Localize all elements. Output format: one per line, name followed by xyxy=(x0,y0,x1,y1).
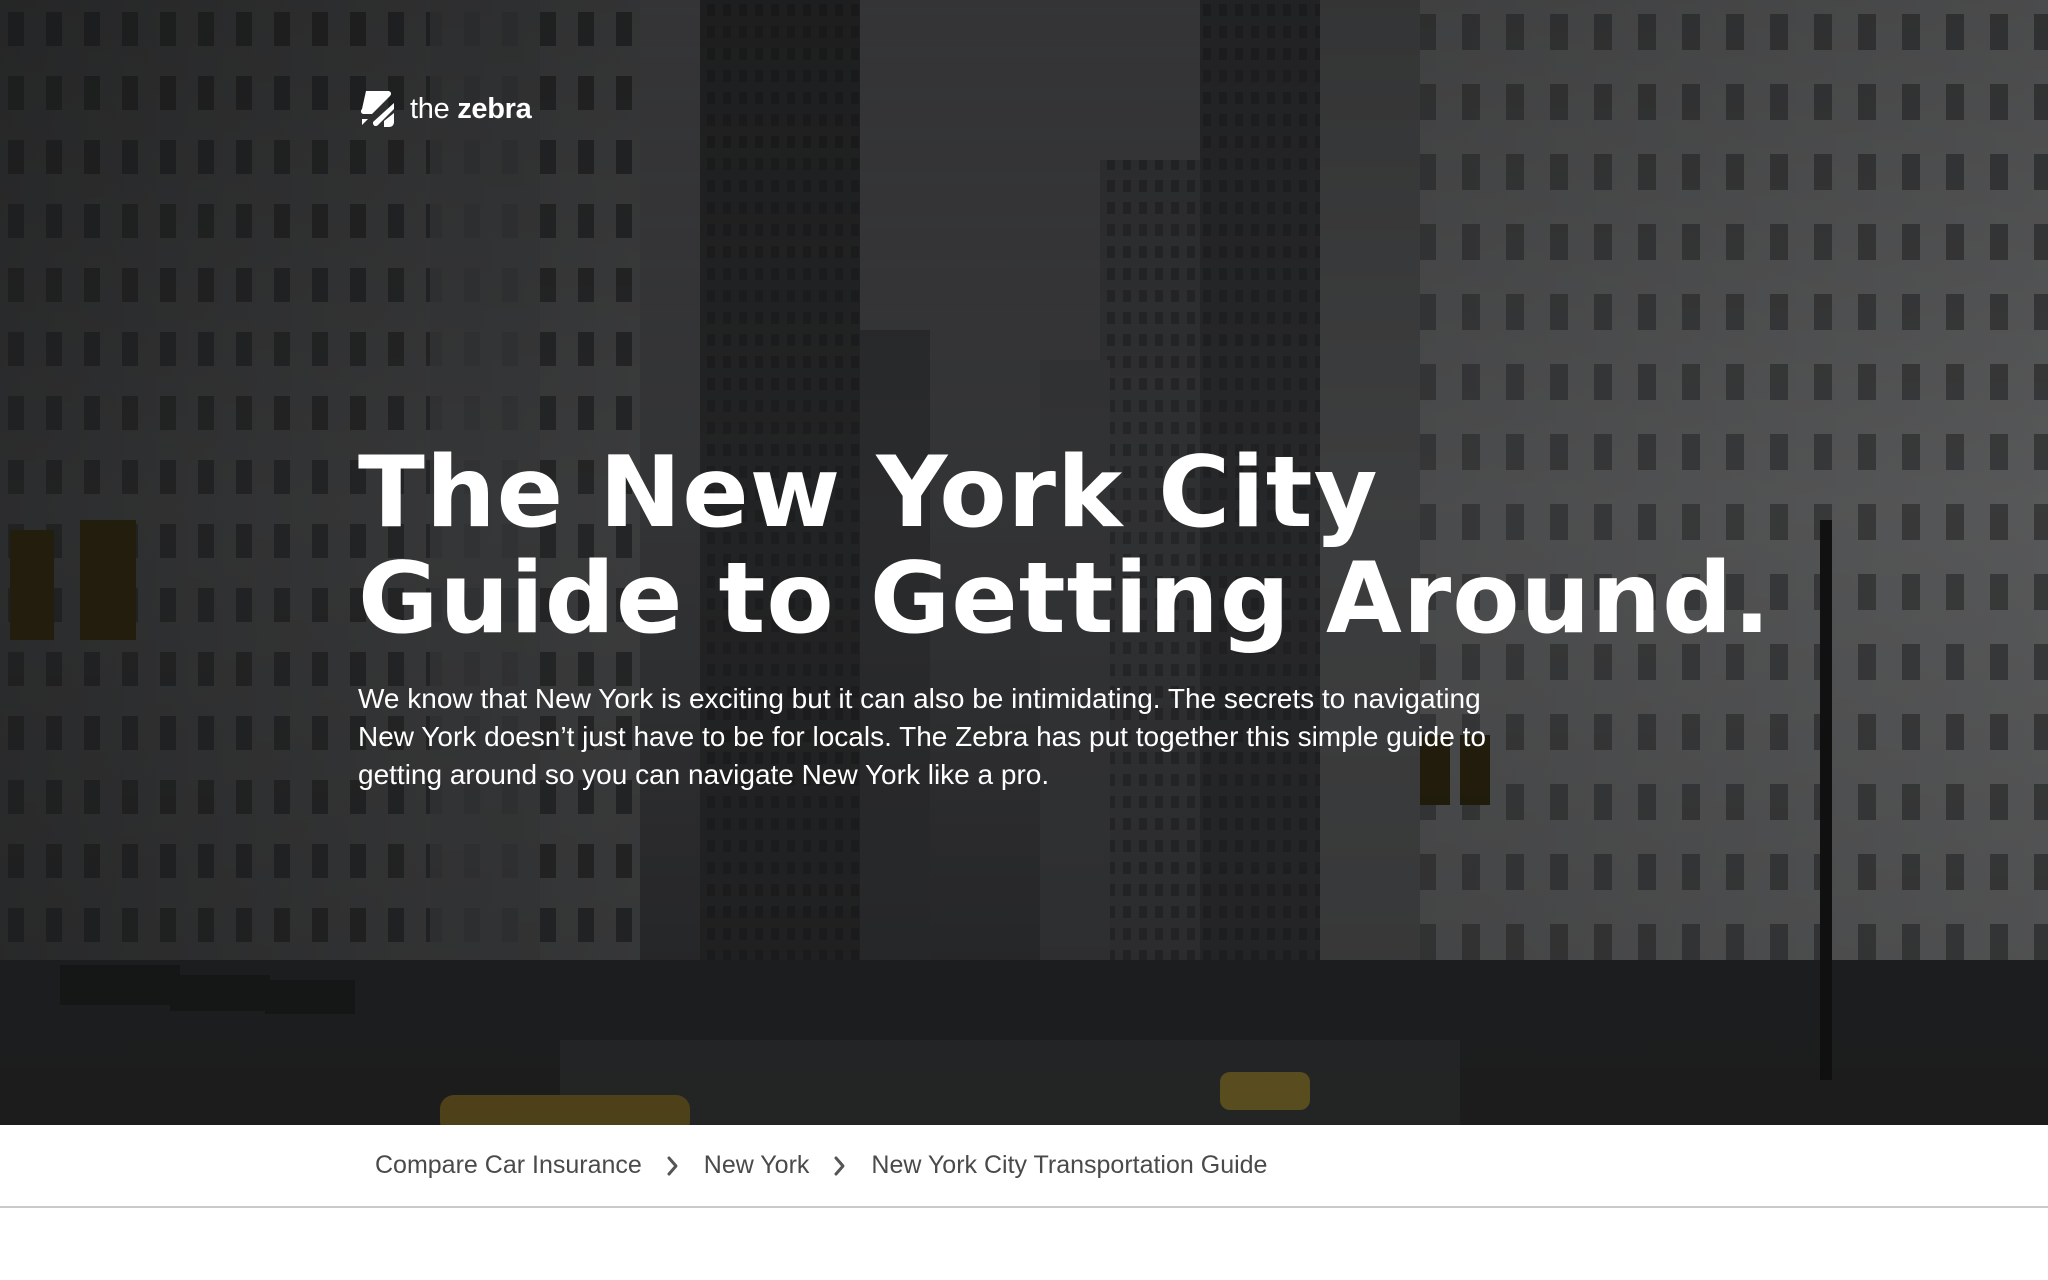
breadcrumb-item-compare-car-insurance[interactable]: Compare Car Insurance xyxy=(375,1151,642,1180)
zebra-logo-text: the zebra xyxy=(410,92,532,126)
chevron-right-icon xyxy=(809,1155,871,1177)
chevron-right-icon xyxy=(642,1155,704,1177)
logo-text-zebra: zebra xyxy=(457,92,532,125)
logo-text-the: the xyxy=(410,92,450,125)
breadcrumb-item-new-york[interactable]: New York xyxy=(704,1151,810,1180)
page-title-line-1: The New York City xyxy=(358,436,1379,550)
page-title: The New York City Guide to Getting Aroun… xyxy=(358,440,1858,652)
hero-intro-paragraph: We know that New York is exciting but it… xyxy=(358,683,1486,790)
page-title-line-2: Guide to Getting Around. xyxy=(358,542,1772,656)
breadcrumb-list: Compare Car Insurance New York New York … xyxy=(375,1125,1267,1206)
zebra-logo-link[interactable]: the zebra xyxy=(358,86,532,132)
breadcrumb: Compare Car Insurance New York New York … xyxy=(0,1125,2048,1208)
zebra-stripes-logo-icon xyxy=(360,91,394,127)
hero-section: the zebra The New York City Guide to Get… xyxy=(0,0,2048,1125)
breadcrumb-item-current: New York City Transportation Guide xyxy=(871,1151,1268,1179)
page: the zebra The New York City Guide to Get… xyxy=(0,0,2048,1280)
